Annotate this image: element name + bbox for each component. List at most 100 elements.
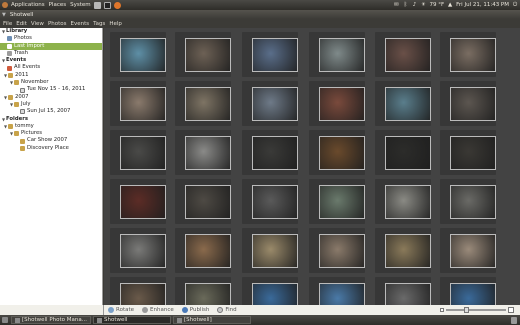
photo-thumbnail[interactable] xyxy=(309,130,365,175)
folder-icon xyxy=(20,138,25,144)
launcher-icon[interactable] xyxy=(94,1,102,9)
sidebar-item-tommy[interactable]: ▼ tommy xyxy=(0,123,102,130)
menu-view[interactable]: View xyxy=(29,21,46,27)
photo-thumbnail[interactable] xyxy=(375,130,431,175)
sidebar-folders-header[interactable]: ▼ Folders xyxy=(0,116,102,123)
terminal-launcher-icon[interactable] xyxy=(104,1,112,9)
photo-thumbnail[interactable] xyxy=(309,32,365,77)
photo-image xyxy=(120,185,166,219)
task-shotwell-bracket[interactable]: [Shotwell] xyxy=(173,316,251,324)
photo-thumbnail[interactable] xyxy=(175,228,231,273)
rotate-button[interactable]: Rotate xyxy=(108,307,134,313)
publish-button[interactable]: Publish xyxy=(181,307,209,313)
power-icon[interactable]: ⏻ xyxy=(512,2,518,8)
weather-icon[interactable]: ☀ xyxy=(420,2,426,8)
photo-thumbnail[interactable] xyxy=(242,130,298,175)
sidebar-item-2007[interactable]: ▼ 2007 xyxy=(0,94,102,101)
window-menu-arrow-icon[interactable]: ▼ xyxy=(2,12,6,18)
trash-applet-icon[interactable] xyxy=(510,316,517,324)
photo-thumbnail[interactable] xyxy=(175,32,231,77)
sidebar-item-all-events[interactable]: All Events xyxy=(0,64,102,71)
photo-image xyxy=(450,234,496,268)
photo-thumbnail[interactable] xyxy=(242,179,298,224)
find-button[interactable]: Find xyxy=(217,307,237,313)
sidebar-library-header[interactable]: ▼ Library xyxy=(0,28,102,35)
menu-events[interactable]: Events xyxy=(69,21,92,27)
sidebar-item-event-jul[interactable]: Sun Jul 15, 2007 xyxy=(0,108,102,115)
photo-thumbnail[interactable] xyxy=(175,130,231,175)
photo-thumbnail[interactable] xyxy=(375,179,431,224)
photo-thumbnail[interactable] xyxy=(110,32,166,77)
photo-thumbnail[interactable] xyxy=(309,179,365,224)
photo-thumbnail[interactable] xyxy=(375,228,431,273)
photo-thumbnail[interactable] xyxy=(375,277,431,305)
photo-thumbnail[interactable] xyxy=(309,81,365,126)
menu-photos[interactable]: Photos xyxy=(46,21,69,27)
photo-thumbnail[interactable] xyxy=(440,228,496,273)
network-icon[interactable]: ▲ xyxy=(447,2,453,8)
sidebar-item-july[interactable]: ▼ July xyxy=(0,101,102,108)
sidebar-item-2011[interactable]: ▼ 2011 xyxy=(0,72,102,79)
photo-thumbnail[interactable] xyxy=(110,179,166,224)
sidebar-item-last-import[interactable]: Last Import xyxy=(0,42,102,50)
photo-thumbnail[interactable] xyxy=(440,81,496,126)
photo-thumbnail[interactable] xyxy=(110,228,166,273)
photo-image xyxy=(252,87,298,121)
zoom-slider[interactable] xyxy=(446,307,506,313)
sidebar-item-trash[interactable]: Trash xyxy=(0,50,102,57)
show-desktop-icon[interactable] xyxy=(1,317,8,323)
applications-menu[interactable]: Applications xyxy=(9,2,47,8)
system-menu[interactable]: System xyxy=(68,2,93,8)
sidebar-item-event-nov[interactable]: Tue Nov 15 - 16, 2011 xyxy=(0,86,102,93)
last-import-icon xyxy=(7,43,12,49)
photo-thumbnail[interactable] xyxy=(242,32,298,77)
photo-image xyxy=(120,283,166,305)
photo-thumbnail[interactable] xyxy=(175,81,231,126)
sidebar-item-november[interactable]: ▼ November xyxy=(0,79,102,86)
photo-image xyxy=(120,87,166,121)
photo-thumbnail[interactable] xyxy=(242,277,298,305)
photo-thumbnail[interactable] xyxy=(375,81,431,126)
sidebar-item-discovery[interactable]: Discovery Place xyxy=(0,145,102,152)
menu-help[interactable]: Help xyxy=(107,21,124,27)
menu-tags[interactable]: Tags xyxy=(91,21,107,27)
zoom-out-icon[interactable] xyxy=(440,308,444,312)
zoom-slider-handle[interactable] xyxy=(464,307,469,313)
photo-thumbnail[interactable] xyxy=(309,228,365,273)
sidebar-events-header[interactable]: ▼ Events xyxy=(0,57,102,64)
task-shotwell[interactable]: Shotwell xyxy=(93,316,171,324)
clock[interactable]: Fri Jul 21, 11:43 PM xyxy=(456,2,509,8)
menu-edit[interactable]: Edit xyxy=(14,21,29,27)
sidebar-item-photos[interactable]: Photos xyxy=(0,35,102,42)
places-menu[interactable]: Places xyxy=(47,2,69,8)
enhance-button[interactable]: Enhance xyxy=(142,307,174,313)
photo-thumbnail[interactable] xyxy=(175,277,231,305)
ubuntu-logo-icon[interactable] xyxy=(1,2,8,8)
zoom-in-icon[interactable] xyxy=(508,307,514,313)
sidebar-item-pictures[interactable]: ▼ Pictures xyxy=(0,130,102,137)
photo-thumbnail[interactable] xyxy=(440,179,496,224)
photo-thumbnail[interactable] xyxy=(242,228,298,273)
photo-thumbnail[interactable] xyxy=(242,81,298,126)
photo-thumbnail[interactable] xyxy=(110,81,166,126)
photo-grid[interactable] xyxy=(104,28,520,305)
volume-icon[interactable]: ♪ xyxy=(411,2,417,8)
photo-thumbnail[interactable] xyxy=(440,130,496,175)
photo-thumbnail[interactable] xyxy=(110,130,166,175)
mail-icon[interactable]: ✉ xyxy=(393,2,399,8)
firefox-launcher-icon[interactable] xyxy=(114,1,122,9)
sidebar-item-car-show[interactable]: Car Show 2007 xyxy=(0,137,102,144)
bluetooth-icon[interactable]: ᛒ xyxy=(402,2,408,8)
window-title-bar[interactable]: ▼ Shotwell xyxy=(0,10,520,19)
photo-thumbnail[interactable] xyxy=(375,32,431,77)
task-shotwell-photo-manager[interactable]: [Shotwell Photo Mana... xyxy=(11,316,91,324)
photo-image xyxy=(252,185,298,219)
photo-thumbnail[interactable] xyxy=(440,277,496,305)
folder-icon xyxy=(20,145,25,151)
photo-thumbnail[interactable] xyxy=(110,277,166,305)
photo-thumbnail[interactable] xyxy=(309,277,365,305)
photo-thumbnail[interactable] xyxy=(440,32,496,77)
photo-thumbnail[interactable] xyxy=(175,179,231,224)
photo-image xyxy=(319,185,365,219)
menu-file[interactable]: File xyxy=(1,21,14,27)
